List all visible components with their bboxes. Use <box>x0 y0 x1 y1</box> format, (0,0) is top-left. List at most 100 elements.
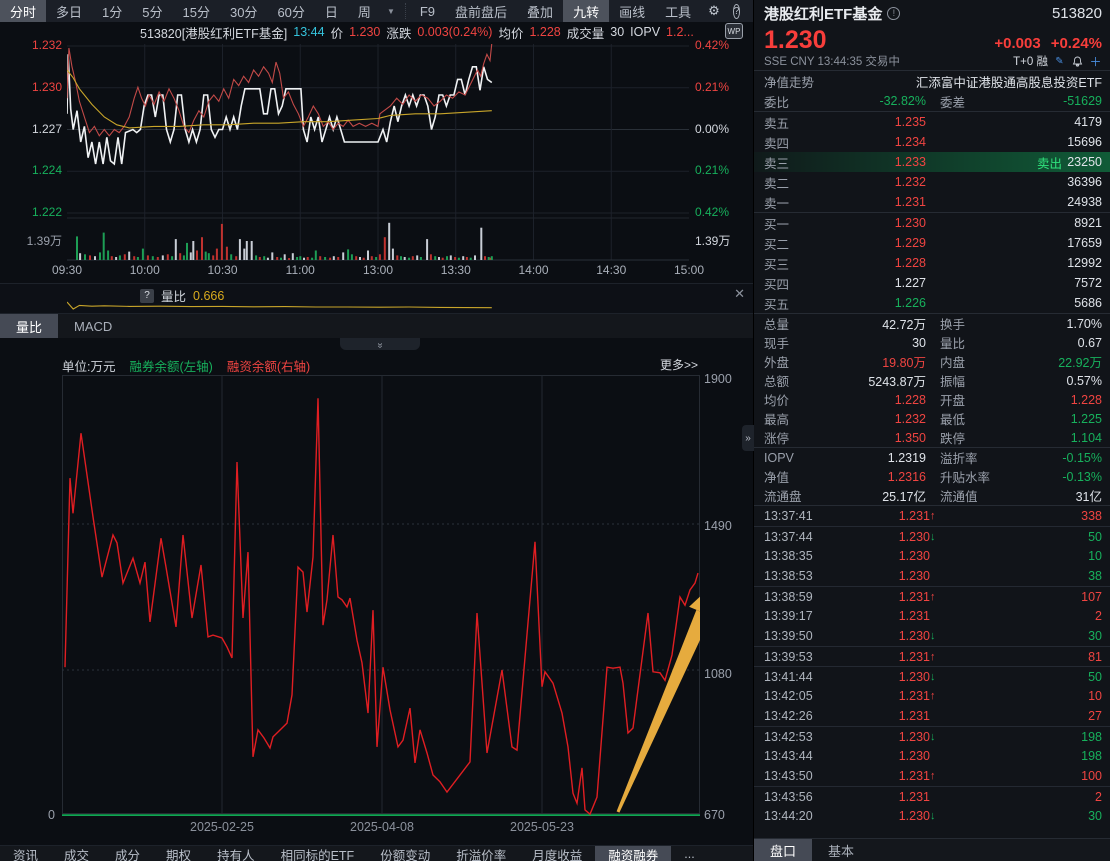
bid-label: 买二 <box>764 234 816 253</box>
tick-direction-icon: ↑ <box>930 510 944 522</box>
ask-level-row[interactable]: 卖一1.23124938 <box>754 192 1110 212</box>
volume-ratio-panel: ? 量比 0.666 ✕ <box>0 283 753 313</box>
pencil-icon[interactable]: ✎ <box>1053 55 1066 68</box>
nav-label: 净值走势 <box>764 72 816 91</box>
bid-level-row[interactable]: 买二1.22917659 <box>754 233 1110 253</box>
alert-bell-icon[interactable] <box>1071 55 1084 68</box>
content-tab-折溢价率[interactable]: 折溢价率 <box>443 846 519 861</box>
tool-button-盘前盘后[interactable]: 盘前盘后 <box>445 0 517 22</box>
tick-row[interactable]: 13:39:501.230↓30 <box>754 626 1110 646</box>
info-icon[interactable]: ! <box>887 7 900 20</box>
tick-row[interactable]: 13:37:441.230↓50 <box>754 526 1110 546</box>
change-label: 涨跌 <box>386 23 411 42</box>
tick-time: 13:39:17 <box>764 609 834 623</box>
bid-level-row[interactable]: 买一1.2308921 <box>754 213 1110 233</box>
close-icon[interactable]: ✕ <box>734 286 745 302</box>
tick-row[interactable]: 13:39:171.2312 <box>754 606 1110 626</box>
period-tab-30分[interactable]: 30分 <box>220 0 267 22</box>
period-dropdown-caret-icon[interactable]: ▼ <box>381 0 401 22</box>
more-link[interactable]: 更多>> <box>660 356 698 373</box>
tick-row[interactable]: 13:38:591.231↑107 <box>754 586 1110 606</box>
content-tab-成分[interactable]: 成分 <box>102 846 153 861</box>
panel-expander-icon[interactable]: » <box>742 425 754 451</box>
nav-trend-row[interactable]: 净值走势 汇添富中证港股通高股息投资ETF <box>754 71 1110 91</box>
tick-row[interactable]: 13:43:441.230198 <box>754 746 1110 766</box>
stat-value: 25.17亿 <box>816 486 926 505</box>
stat-value: 1.2316 <box>816 470 926 484</box>
gear-icon[interactable]: ⚙ <box>701 0 727 22</box>
period-tab-1分[interactable]: 1分 <box>92 0 132 22</box>
ask-level-row[interactable]: 卖五1.2354179 <box>754 112 1110 132</box>
margin-chart-canvas[interactable] <box>62 372 700 816</box>
tick-row[interactable]: 13:43:501.231↑100 <box>754 766 1110 786</box>
tool-button-叠加[interactable]: 叠加 <box>517 0 563 22</box>
tick-direction-icon: ↑ <box>930 770 944 782</box>
period-tab-周[interactable]: 周 <box>348 0 381 22</box>
tick-trade-list[interactable]: 13:37:411.231↑33813:37:441.230↓5013:38:3… <box>754 506 1110 826</box>
wp-floating-icon[interactable]: WP <box>725 23 743 39</box>
quote-stats: 总量42.72万换手1.70%现手30量比0.67外盘19.80万内盘22.92… <box>754 314 1110 447</box>
tick-row[interactable]: 13:39:531.231↑81 <box>754 646 1110 666</box>
tick-row[interactable]: 13:42:261.23127 <box>754 706 1110 726</box>
period-tab-多日[interactable]: 多日 <box>46 0 92 22</box>
tool-button-F9[interactable]: F9 <box>410 0 445 22</box>
period-tab-60分[interactable]: 60分 <box>267 0 314 22</box>
tick-price: 1.230 <box>834 629 930 643</box>
ask-qty: 15696 <box>926 135 1102 149</box>
tick-row[interactable]: 13:42:051.231↑10 <box>754 686 1110 706</box>
bid-price: 1.229 <box>816 236 926 250</box>
margin-chart[interactable] <box>62 372 700 816</box>
content-tab-...[interactable]: ... <box>671 846 707 861</box>
period-tab-5分[interactable]: 5分 <box>132 0 172 22</box>
indicator-tab-量比[interactable]: 量比 <box>0 314 58 338</box>
content-tab-成交[interactable]: 成交 <box>51 846 102 861</box>
ask-level-row[interactable]: 卖四1.23415696 <box>754 132 1110 152</box>
help-icon[interactable]: ? <box>733 4 741 19</box>
tick-row[interactable]: 13:41:441.230↓50 <box>754 666 1110 686</box>
tick-price: 1.230 <box>834 730 930 744</box>
ask-label: 卖三 <box>764 153 816 172</box>
stat-value: 0.57% <box>1006 374 1102 388</box>
tick-row[interactable]: 13:38:351.23010 <box>754 546 1110 566</box>
bid-level-row[interactable]: 买四1.2277572 <box>754 273 1110 293</box>
tick-row[interactable]: 13:43:561.2312 <box>754 786 1110 806</box>
content-tab-期权[interactable]: 期权 <box>153 846 204 861</box>
ask-level-row[interactable]: 卖二1.23236396 <box>754 172 1110 192</box>
bid-price: 1.228 <box>816 256 926 270</box>
content-tab-相同标的ETF[interactable]: 相同标的ETF <box>268 846 368 861</box>
content-tab-资讯[interactable]: 资讯 <box>0 846 51 861</box>
content-tab-月度收益[interactable]: 月度收益 <box>519 846 595 861</box>
content-tab-融资融券[interactable]: 融资融券 <box>595 846 671 861</box>
period-tab-15分[interactable]: 15分 <box>173 0 220 22</box>
period-tab-日[interactable]: 日 <box>315 0 348 22</box>
weibi-value: -32.82% <box>816 94 926 108</box>
tick-price: 1.231 <box>834 650 930 664</box>
quote-tab-基本[interactable]: 基本 <box>812 839 870 861</box>
collapse-chevron-icon[interactable]: » <box>340 338 420 350</box>
tool-button-画线[interactable]: 画线 <box>609 0 655 22</box>
tool-button-工具[interactable]: 工具 <box>655 0 701 22</box>
tick-row[interactable]: 13:38:531.23038 <box>754 566 1110 586</box>
bid-level-row[interactable]: 买三1.22812992 <box>754 253 1110 273</box>
content-tab-持有人[interactable]: 持有人 <box>204 846 268 861</box>
indicator-tab-MACD[interactable]: MACD <box>58 314 128 338</box>
tick-price: 1.231 <box>834 790 930 804</box>
add-icon[interactable]: ＋ <box>1089 55 1102 68</box>
margin-date-axis: 2025-02-252025-04-082025-05-23 <box>0 820 753 838</box>
content-tab-份额变动[interactable]: 份额变动 <box>367 846 443 861</box>
tick-row[interactable]: 13:37:411.231↑338 <box>754 506 1110 526</box>
right-axis-label: 0.42% <box>695 38 729 52</box>
ask-label: 卖二 <box>764 173 816 192</box>
stat-label: 外盘 <box>764 352 816 371</box>
ask-level-row[interactable]: 卖三1.233卖出23250 <box>754 152 1110 172</box>
quote-tab-盘口[interactable]: 盘口 <box>754 839 812 861</box>
intraday-chart[interactable]: 1.2321.2301.2271.2241.2221.39万 0.42%0.21… <box>0 42 753 282</box>
intraday-chart-canvas[interactable] <box>67 44 689 262</box>
tick-row[interactable]: 13:44:201.230↓30 <box>754 806 1110 826</box>
tick-row[interactable]: 13:42:531.230↓198 <box>754 726 1110 746</box>
tick-volume: 198 <box>944 730 1102 744</box>
stat-row: 外盘19.80万内盘22.92万 <box>754 352 1110 371</box>
tool-button-九转[interactable]: 九转 <box>563 0 609 22</box>
period-tab-分时[interactable]: 分时 <box>0 0 46 22</box>
bid-level-row[interactable]: 买五1.2265686 <box>754 293 1110 313</box>
